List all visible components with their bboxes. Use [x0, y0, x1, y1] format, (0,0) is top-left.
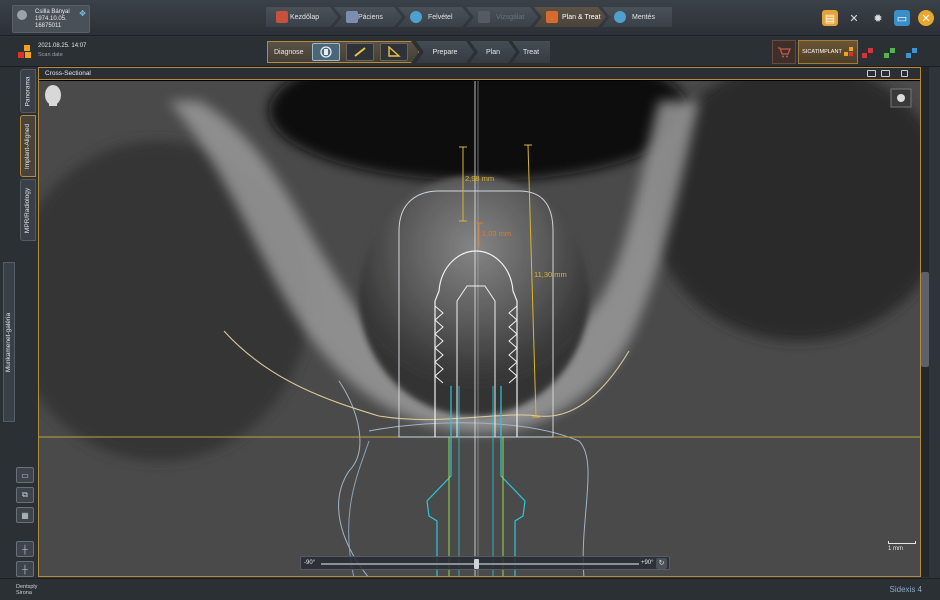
rotation-max-label: +90°	[641, 560, 654, 566]
workflow-acquire-label: Felvétel	[428, 13, 453, 21]
phase-treat-label: Treat	[522, 48, 540, 56]
workflow-home-label: Kezdőlap	[290, 13, 320, 21]
ct-image[interactable]: 2,98 mm 1,03 mm 11,30 mm	[39, 81, 921, 577]
left-tab-strip: Panorama Implant-Aligned MPR/Radiology M…	[0, 67, 38, 577]
phase-plan[interactable]: Plan	[470, 41, 516, 63]
angle-icon	[387, 46, 401, 58]
phase-bar: 2021.08.25. 14:07 Scan date Diagnose Pre…	[0, 37, 940, 67]
phase-diagnose[interactable]: Diagnose	[267, 41, 419, 63]
gear-icon[interactable]: ✹	[870, 10, 886, 26]
workflow-save-label: Mentés	[632, 13, 655, 21]
product-name: Sidexis 4	[889, 585, 922, 594]
close-icon[interactable]: ✕	[918, 10, 934, 26]
layout-button-1[interactable]: ▭	[16, 467, 34, 483]
brand-bottom: Sirona	[16, 590, 32, 596]
reset-rotation-icon[interactable]: ↻	[656, 558, 667, 569]
brightness-icon[interactable]	[890, 88, 912, 108]
patient-name: Csilla Bányai	[35, 9, 70, 15]
workflow-plan-treat-label: Plan & Treat	[562, 13, 601, 21]
cart-icon	[778, 47, 791, 58]
rotation-track[interactable]	[321, 563, 639, 565]
cross-sectional-view[interactable]: Cross-Sectional 2,98 mm 1,03 mm 11,30 mm	[38, 67, 921, 577]
view-title: Cross-Sectional	[45, 70, 91, 77]
measure-tool-button[interactable]	[346, 43, 374, 61]
window-icon[interactable]: ▭	[894, 10, 910, 26]
plugin-blue-icon[interactable]	[906, 47, 918, 59]
acquire-icon	[410, 11, 422, 23]
tab-gallery[interactable]: Munkamenet-galéria	[3, 262, 15, 422]
workflow-examine: Vizsgálat	[466, 7, 538, 27]
report-icon[interactable]: ▤	[822, 10, 838, 26]
scale-bar-line	[888, 541, 916, 544]
scrollbar-thumb[interactable]	[921, 272, 929, 367]
scan-date-label: Scan date	[38, 52, 63, 58]
phase-prepare[interactable]: Prepare	[416, 41, 474, 63]
scale-bar-label: 1 mm	[888, 546, 903, 552]
top-right-toolbar: ▤ ✕ ✹ ▭ ✕	[822, 10, 934, 26]
pin-icon[interactable]: ✥	[79, 9, 86, 18]
measurement-1-label: 2,98 mm	[465, 174, 494, 183]
flip-icon[interactable]	[881, 70, 890, 77]
layout-button-4[interactable]: ┼	[16, 541, 34, 557]
workflow-home[interactable]: Kezdőlap	[266, 7, 338, 27]
dentsply-logo: Dentsply Sirona	[16, 584, 37, 596]
workflow-acquire[interactable]: Felvétel	[398, 7, 470, 27]
plugin-red-icon[interactable]	[862, 47, 874, 59]
tab-mpr-label: MPR/Radiology	[24, 187, 32, 233]
patient-id: 16875011	[35, 23, 62, 29]
view-scrollbar[interactable]	[921, 67, 929, 577]
sicat-puzzle-icon	[843, 47, 853, 56]
phase-plan-label: Plan	[485, 48, 500, 56]
plugin-green-icon[interactable]	[884, 47, 896, 59]
patient-card[interactable]: Csilla Bányai 1974.10.05. 16875011 ✥	[12, 5, 90, 33]
layout-button-2[interactable]: ⧉	[16, 487, 34, 503]
workflow-patient-label: Páciens	[358, 13, 383, 21]
ruler-icon	[353, 46, 367, 58]
plan-treat-icon	[546, 11, 558, 23]
rotation-slider[interactable]: -90° +90° ↻	[300, 556, 670, 570]
top-bar: Csilla Bányai 1974.10.05. 16875011 ✥ Kez…	[0, 0, 940, 36]
workflow-examine-label: Vizsgálat	[496, 13, 525, 21]
tab-gallery-label: Munkamenet-galéria	[5, 312, 13, 372]
patient-icon	[346, 11, 358, 23]
measurement-3-label: 11,30 mm	[534, 270, 567, 279]
tab-mpr-radiology[interactable]: MPR/Radiology	[20, 179, 36, 241]
status-bar: Dentsply Sirona Sidexis 4	[0, 578, 940, 600]
workflow-save[interactable]: Mentés	[602, 7, 672, 27]
scale-bar: 1 mm	[888, 541, 916, 552]
angle-tool-button[interactable]	[380, 43, 408, 61]
view-header: Cross-Sectional	[39, 68, 920, 80]
maximize-icon[interactable]	[901, 70, 908, 77]
home-icon	[276, 11, 288, 23]
workflow-plan-treat[interactable]: Plan & Treat	[534, 7, 606, 27]
rotation-min-label: -90°	[304, 560, 316, 566]
examine-icon	[478, 11, 490, 23]
scan-date: 2021.08.25. 14:07	[38, 43, 87, 49]
cart-button[interactable]	[772, 40, 796, 64]
sicat-logo-icon	[18, 45, 31, 58]
app-window: Csilla Bányai 1974.10.05. 16875011 ✥ Kez…	[0, 0, 940, 600]
layout-button-5[interactable]: ┼	[16, 561, 34, 577]
sicat-implant-label: SICATIMPLANT	[802, 49, 842, 55]
camera-icon[interactable]	[867, 70, 876, 77]
patient-avatar-icon	[17, 10, 27, 20]
rotation-knob[interactable]	[474, 559, 479, 569]
measurement-2-label: 1,03 mm	[482, 229, 511, 238]
layout-button-3[interactable]: ▦	[16, 507, 34, 523]
phase-treat[interactable]: Treat	[512, 41, 550, 63]
save-globe-icon	[614, 11, 626, 23]
tab-panorama[interactable]: Panorama	[20, 69, 36, 113]
tab-implant-aligned-label: Implant-Aligned	[24, 123, 32, 169]
tooth-view-icon	[319, 46, 333, 58]
phase-prepare-label: Prepare	[432, 48, 458, 56]
tab-implant-aligned[interactable]: Implant-Aligned	[20, 115, 36, 177]
sicat-implant-button[interactable]: SICATIMPLANT	[798, 40, 858, 64]
phase-diagnose-label: Diagnose	[274, 48, 304, 56]
workflow-patient[interactable]: Páciens	[334, 7, 402, 27]
patient-birthdate: 1974.10.05.	[35, 16, 67, 22]
tab-panorama-label: Panorama	[24, 76, 32, 106]
tools-icon[interactable]: ✕	[846, 10, 862, 26]
view-tool-button[interactable]	[312, 43, 340, 61]
